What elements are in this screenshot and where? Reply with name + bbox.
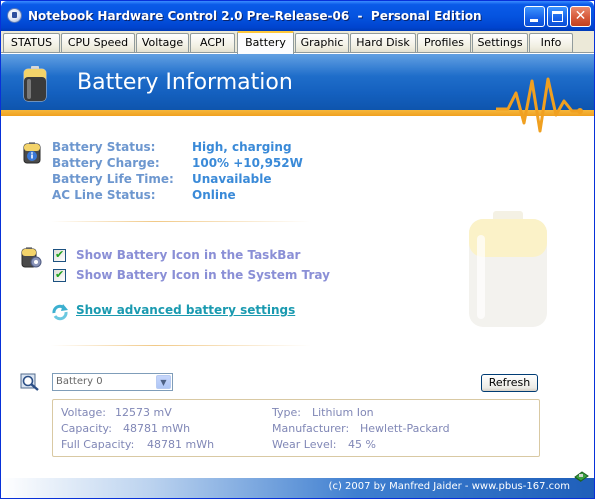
full-capacity-value: 48781 mWh <box>147 438 215 451</box>
battery-icon <box>23 66 47 102</box>
refresh-button[interactable]: Refresh <box>481 374 538 392</box>
chevron-down-icon[interactable]: ▼ <box>156 375 171 389</box>
advanced-battery-settings-link[interactable]: Show advanced battery settings <box>76 303 295 317</box>
magnifier-icon <box>20 373 39 391</box>
type-value: Lithium Ion <box>312 406 374 419</box>
window-title: Notebook Hardware Control 2.0 Pre-Releas… <box>28 9 482 23</box>
wear-level-label: Wear Level: <box>272 438 337 451</box>
capacity-label: Capacity: <box>61 422 112 435</box>
minimize-icon <box>530 19 538 22</box>
battery-select[interactable]: Battery 0 ▼ <box>52 373 173 391</box>
wear-level-value: 45 % <box>348 438 376 451</box>
check-icon: ✔ <box>55 268 65 281</box>
system-tray-icon-checkbox[interactable]: ✔ <box>53 268 66 282</box>
battery-status-value: High, charging <box>192 140 292 154</box>
battery-charge-value: 100% +10,952W <box>192 156 303 170</box>
full-capacity-label: Full Capacity: <box>61 438 135 451</box>
heartbeat-pulse-icon <box>496 77 583 133</box>
divider <box>51 221 311 222</box>
taskbar-icon-checkbox[interactable]: ✔ <box>53 248 66 262</box>
tab-settings[interactable]: Settings <box>472 33 528 52</box>
divider <box>51 345 311 346</box>
footer-bar: (c) 2007 by Manfred Jaider - www.pbus-16… <box>1 478 594 498</box>
tab-profiles[interactable]: Profiles <box>417 33 471 52</box>
tab-voltage[interactable]: Voltage <box>136 33 189 52</box>
chip-icon <box>574 471 589 482</box>
tab-strip: STATUS CPU Speed Voltage ACPI Battery Gr… <box>1 31 594 54</box>
manufacturer-value: Hewlett-Packard <box>360 422 450 435</box>
battery-life-time-value: Unavailable <box>192 172 272 186</box>
close-icon: ✕ <box>574 8 587 24</box>
battery-details-panel: Voltage: 12573 mV Capacity: 48781 mWh Fu… <box>52 399 540 457</box>
title-bar[interactable]: Notebook Hardware Control 2.0 Pre-Releas… <box>1 1 594 31</box>
app-window: Notebook Hardware Control 2.0 Pre-Releas… <box>0 0 595 499</box>
tab-graphic[interactable]: Graphic <box>295 33 349 52</box>
app-icon[interactable] <box>7 8 22 23</box>
voltage-value: 12573 mV <box>115 406 172 419</box>
taskbar-icon-label[interactable]: Show Battery Icon in the TaskBar <box>76 248 300 262</box>
battery-info-icon <box>23 142 41 164</box>
tab-cpu-speed[interactable]: CPU Speed <box>61 33 135 52</box>
tab-battery[interactable]: Battery <box>237 31 294 54</box>
tab-info[interactable]: Info <box>529 33 573 52</box>
arrow-refresh-icon <box>52 304 68 321</box>
ac-line-status-label: AC Line Status: <box>52 188 156 202</box>
battery-charge-label: Battery Charge: <box>52 156 160 170</box>
battery-status-label: Battery Status: <box>52 140 156 154</box>
page-title: Battery Information <box>77 70 293 95</box>
voltage-label: Voltage: <box>61 406 106 419</box>
tab-acpi[interactable]: ACPI <box>190 33 235 52</box>
copyright-text[interactable]: (c) 2007 by Manfred Jaider - www.pbus-16… <box>329 481 570 492</box>
tab-status[interactable]: STATUS <box>3 33 60 52</box>
battery-settings-icon <box>21 247 42 268</box>
manufacturer-label: Manufacturer: <box>272 422 350 435</box>
ac-line-status-value: Online <box>192 188 236 202</box>
maximize-icon <box>552 11 563 22</box>
maximize-button[interactable] <box>547 6 568 27</box>
battery-illustration-icon <box>469 211 547 327</box>
battery-select-value: Battery 0 <box>56 376 103 387</box>
system-tray-icon-label[interactable]: Show Battery Icon in the System Tray <box>76 268 330 282</box>
minimize-button[interactable] <box>524 6 545 27</box>
check-icon: ✔ <box>55 248 65 261</box>
capacity-value: 48781 mWh <box>123 422 191 435</box>
battery-life-time-label: Battery Life Time: <box>52 172 174 186</box>
close-button[interactable]: ✕ <box>570 6 591 27</box>
tab-hard-disk[interactable]: Hard Disk <box>350 33 416 52</box>
type-label: Type: <box>272 406 301 419</box>
